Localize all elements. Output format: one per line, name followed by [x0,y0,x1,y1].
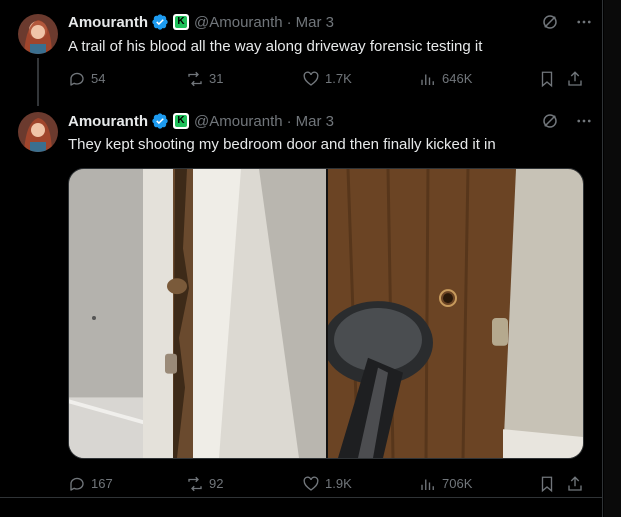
like-button[interactable]: 1.7K [302,69,352,89]
bookmark-icon [541,476,553,493]
media-photo-door-handle[interactable] [328,169,583,458]
tweet-text: They kept shooting my bedroom door and t… [68,136,496,153]
bookmark-button[interactable] [538,69,561,89]
like-icon [303,476,319,491]
repost-count: 31 [209,71,224,86]
share-button[interactable] [566,474,589,494]
verified-icon[interactable] [151,112,169,130]
repost-button[interactable]: 31 [186,69,223,89]
dot-separator: · [286,13,292,31]
share-icon [568,476,582,491]
reply-button[interactable]: 167 [68,474,113,494]
tweet-date[interactable]: Mar 3 [296,14,334,31]
share-button[interactable] [566,69,589,89]
scrollbar[interactable] [604,0,621,517]
timeline-column: Amouranth K @Amouranth · Mar 3 A trail o… [0,0,603,517]
kick-badge-icon[interactable]: K [173,113,189,129]
view-count: 646K [442,71,473,86]
reply-icon [70,72,84,86]
kick-badge-icon[interactable]: K [173,14,189,30]
user-handle[interactable]: @Amouranth [194,113,283,130]
thread-connector-line [37,58,39,106]
repost-count: 92 [209,476,224,491]
avatar-image [18,112,58,152]
avatar[interactable] [18,112,58,152]
bookmark-button[interactable] [538,474,561,494]
like-button[interactable]: 1.9K [302,474,352,494]
share-icon [568,71,582,86]
reply-count: 167 [91,476,113,491]
tweet-header: Amouranth K @Amouranth · Mar 3 [68,12,334,32]
user-handle[interactable]: @Amouranth [194,14,283,31]
tweet-header: Amouranth K @Amouranth · Mar 3 [68,111,334,131]
bookmark-icon [541,71,553,88]
reply-button[interactable]: 54 [68,69,105,89]
like-count: 1.7K [325,71,352,86]
tweet-divider [0,497,603,498]
avatar[interactable] [18,14,58,54]
dot-separator: · [286,112,292,130]
media-photo-door-frame[interactable] [69,169,326,458]
reply-count: 54 [91,71,106,86]
grok-icon[interactable] [540,111,560,131]
display-name[interactable]: Amouranth [68,14,148,31]
tweet-actions-bar: 167 92 1.9K 706K [68,474,588,494]
avatar-image [18,14,58,54]
tweet-date[interactable]: Mar 3 [296,113,334,130]
grok-icon[interactable] [540,12,560,32]
tweet-top-actions [540,111,594,131]
tweet-text: A trail of his blood all the way along d… [68,38,483,55]
more-icon[interactable] [574,12,594,32]
repost-button[interactable]: 92 [186,474,223,494]
like-count: 1.9K [325,476,352,491]
verified-icon[interactable] [151,13,169,31]
more-icon[interactable] [574,111,594,131]
tweet-top-actions [540,12,594,32]
views-icon [421,74,434,85]
reply-icon [70,477,84,491]
view-count: 706K [442,476,473,491]
repost-icon [188,476,202,492]
display-name[interactable]: Amouranth [68,113,148,130]
views-icon [421,479,434,490]
tweet-actions-bar: 54 31 1.7K 646K [68,69,588,89]
repost-icon [188,71,202,87]
views-button[interactable]: 706K [419,474,472,494]
tweet-media-grid[interactable] [68,168,584,459]
views-button[interactable]: 646K [419,69,472,89]
like-icon [303,71,319,86]
